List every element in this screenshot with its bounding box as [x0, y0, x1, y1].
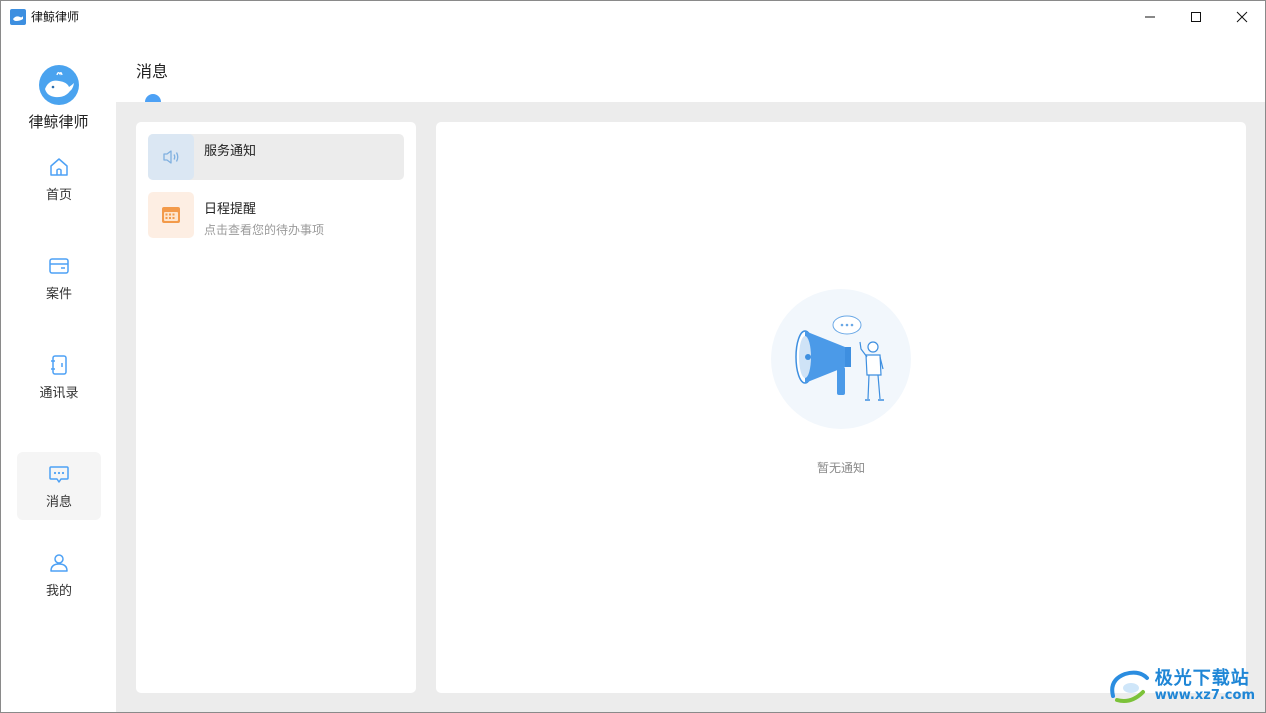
sidebar-item-label: 案件 — [45, 286, 72, 302]
watermark-url: www.xz7.com — [1154, 687, 1255, 703]
message-item-service[interactable]: 服务通知 — [148, 134, 404, 180]
message-item-subtitle: 点击查看您的待办事项 — [204, 223, 325, 237]
home-icon — [50, 157, 68, 176]
calendar-icon — [162, 207, 180, 223]
minimize-button[interactable] — [1127, 1, 1173, 32]
empty-state-text: 暂无通知 — [816, 461, 865, 475]
sidebar-item-label: 首页 — [45, 187, 72, 203]
sidebar-item-cases[interactable]: 案件 — [17, 244, 101, 312]
app-logo-icon — [10, 8, 26, 25]
minimize-icon — [1145, 16, 1155, 17]
message-item-schedule[interactable]: 日程提醒 点击查看您的待办事项 — [148, 192, 404, 238]
sidebar-item-label: 我的 — [45, 583, 72, 599]
message-item-text: 服务通知 — [204, 134, 256, 159]
sidebar-item-label: 消息 — [45, 494, 72, 510]
message-item-icon-wrap — [148, 134, 194, 180]
active-tab-indicator — [145, 94, 161, 102]
sidebar-item-profile[interactable]: 我的 — [17, 541, 101, 609]
watermark-text: 极光下载站 www.xz7.com — [1154, 667, 1255, 703]
message-item-title: 日程提醒 — [204, 202, 257, 217]
message-item-text: 日程提醒 点击查看您的待办事项 — [204, 192, 324, 238]
close-icon — [1236, 11, 1248, 22]
title-bar: 律鲸律师 — [1, 1, 1265, 32]
sidebar-item-contacts[interactable]: 通讯录 — [17, 343, 101, 411]
user-icon — [50, 553, 68, 572]
app-window: 律鲸律师 律鲸律师 首页 案件 通讯录 消息 我的 消息 服务通知 日程提醒 点… — [0, 0, 1266, 713]
brand: 律鲸律师 — [1, 65, 116, 132]
message-item-icon-wrap — [148, 192, 194, 238]
megaphone-illustration-icon — [771, 289, 911, 429]
message-list-panel: 服务通知 日程提醒 点击查看您的待办事项 — [136, 122, 416, 693]
speaker-icon — [163, 150, 179, 164]
window-title: 律鲸律师 — [31, 10, 80, 24]
message-detail-panel: 暂无通知 — [436, 122, 1246, 693]
watermark: 极光下载站 www.xz7.com — [1107, 666, 1255, 706]
watermark-logo-icon — [1109, 670, 1149, 703]
page-title: 消息 — [136, 62, 169, 81]
sidebar: 律鲸律师 首页 案件 通讯录 消息 我的 — [1, 32, 116, 712]
watermark-name: 极光下载站 — [1154, 667, 1250, 689]
sidebar-item-label: 通讯录 — [39, 385, 79, 401]
maximize-icon — [1191, 11, 1201, 22]
contacts-icon — [51, 354, 67, 375]
close-button[interactable] — [1219, 1, 1265, 32]
sidebar-item-messages[interactable]: 消息 — [17, 452, 101, 520]
message-icon — [49, 465, 69, 483]
whale-logo-icon — [38, 65, 79, 105]
message-item-title: 服务通知 — [204, 144, 257, 159]
window-controls — [1127, 1, 1265, 32]
case-icon — [49, 257, 69, 274]
brand-name: 律鲸律师 — [28, 113, 89, 131]
sidebar-item-home[interactable]: 首页 — [17, 145, 101, 213]
maximize-button[interactable] — [1173, 1, 1219, 32]
